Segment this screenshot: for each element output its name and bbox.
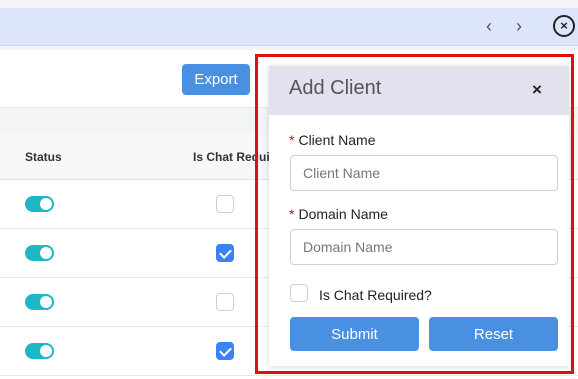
- submit-button[interactable]: Submit: [290, 317, 419, 351]
- domain-name-label-text: Domain Name: [298, 206, 388, 222]
- chat-required-checkbox[interactable]: [290, 284, 308, 302]
- status-toggle[interactable]: [25, 245, 54, 261]
- top-bar: ‹ › ×: [0, 8, 578, 46]
- chat-required-checkbox[interactable]: [216, 244, 234, 262]
- status-toggle[interactable]: [25, 294, 54, 310]
- status-toggle[interactable]: [25, 196, 54, 212]
- required-marker: *: [289, 132, 295, 148]
- close-icon[interactable]: ×: [532, 81, 542, 98]
- modal-title: Add Client: [289, 77, 382, 99]
- status-column-header: Status: [25, 150, 62, 164]
- status-toggle[interactable]: [25, 343, 54, 359]
- chat-required-checkbox[interactable]: [216, 342, 234, 360]
- required-marker: *: [289, 206, 295, 222]
- close-circle-icon[interactable]: ×: [553, 15, 575, 37]
- client-name-label: * Client Name: [289, 132, 375, 148]
- domain-name-input[interactable]: [290, 229, 558, 265]
- client-name-label-text: Client Name: [298, 132, 376, 148]
- chevron-right-icon[interactable]: ›: [516, 16, 522, 36]
- modal-header: Add Client ×: [269, 66, 569, 115]
- chat-required-checkbox[interactable]: [216, 293, 234, 311]
- export-button[interactable]: Export: [182, 64, 250, 95]
- domain-name-label: * Domain Name: [289, 206, 388, 222]
- client-name-input[interactable]: [290, 155, 558, 191]
- reset-button[interactable]: Reset: [429, 317, 558, 351]
- add-client-modal: Add Client × *Client Name *Domain Name I…: [269, 66, 569, 366]
- chat-required-label: Is Chat Required?: [319, 287, 432, 303]
- chat-required-checkbox[interactable]: [216, 195, 234, 213]
- chevron-left-icon[interactable]: ‹: [486, 16, 492, 36]
